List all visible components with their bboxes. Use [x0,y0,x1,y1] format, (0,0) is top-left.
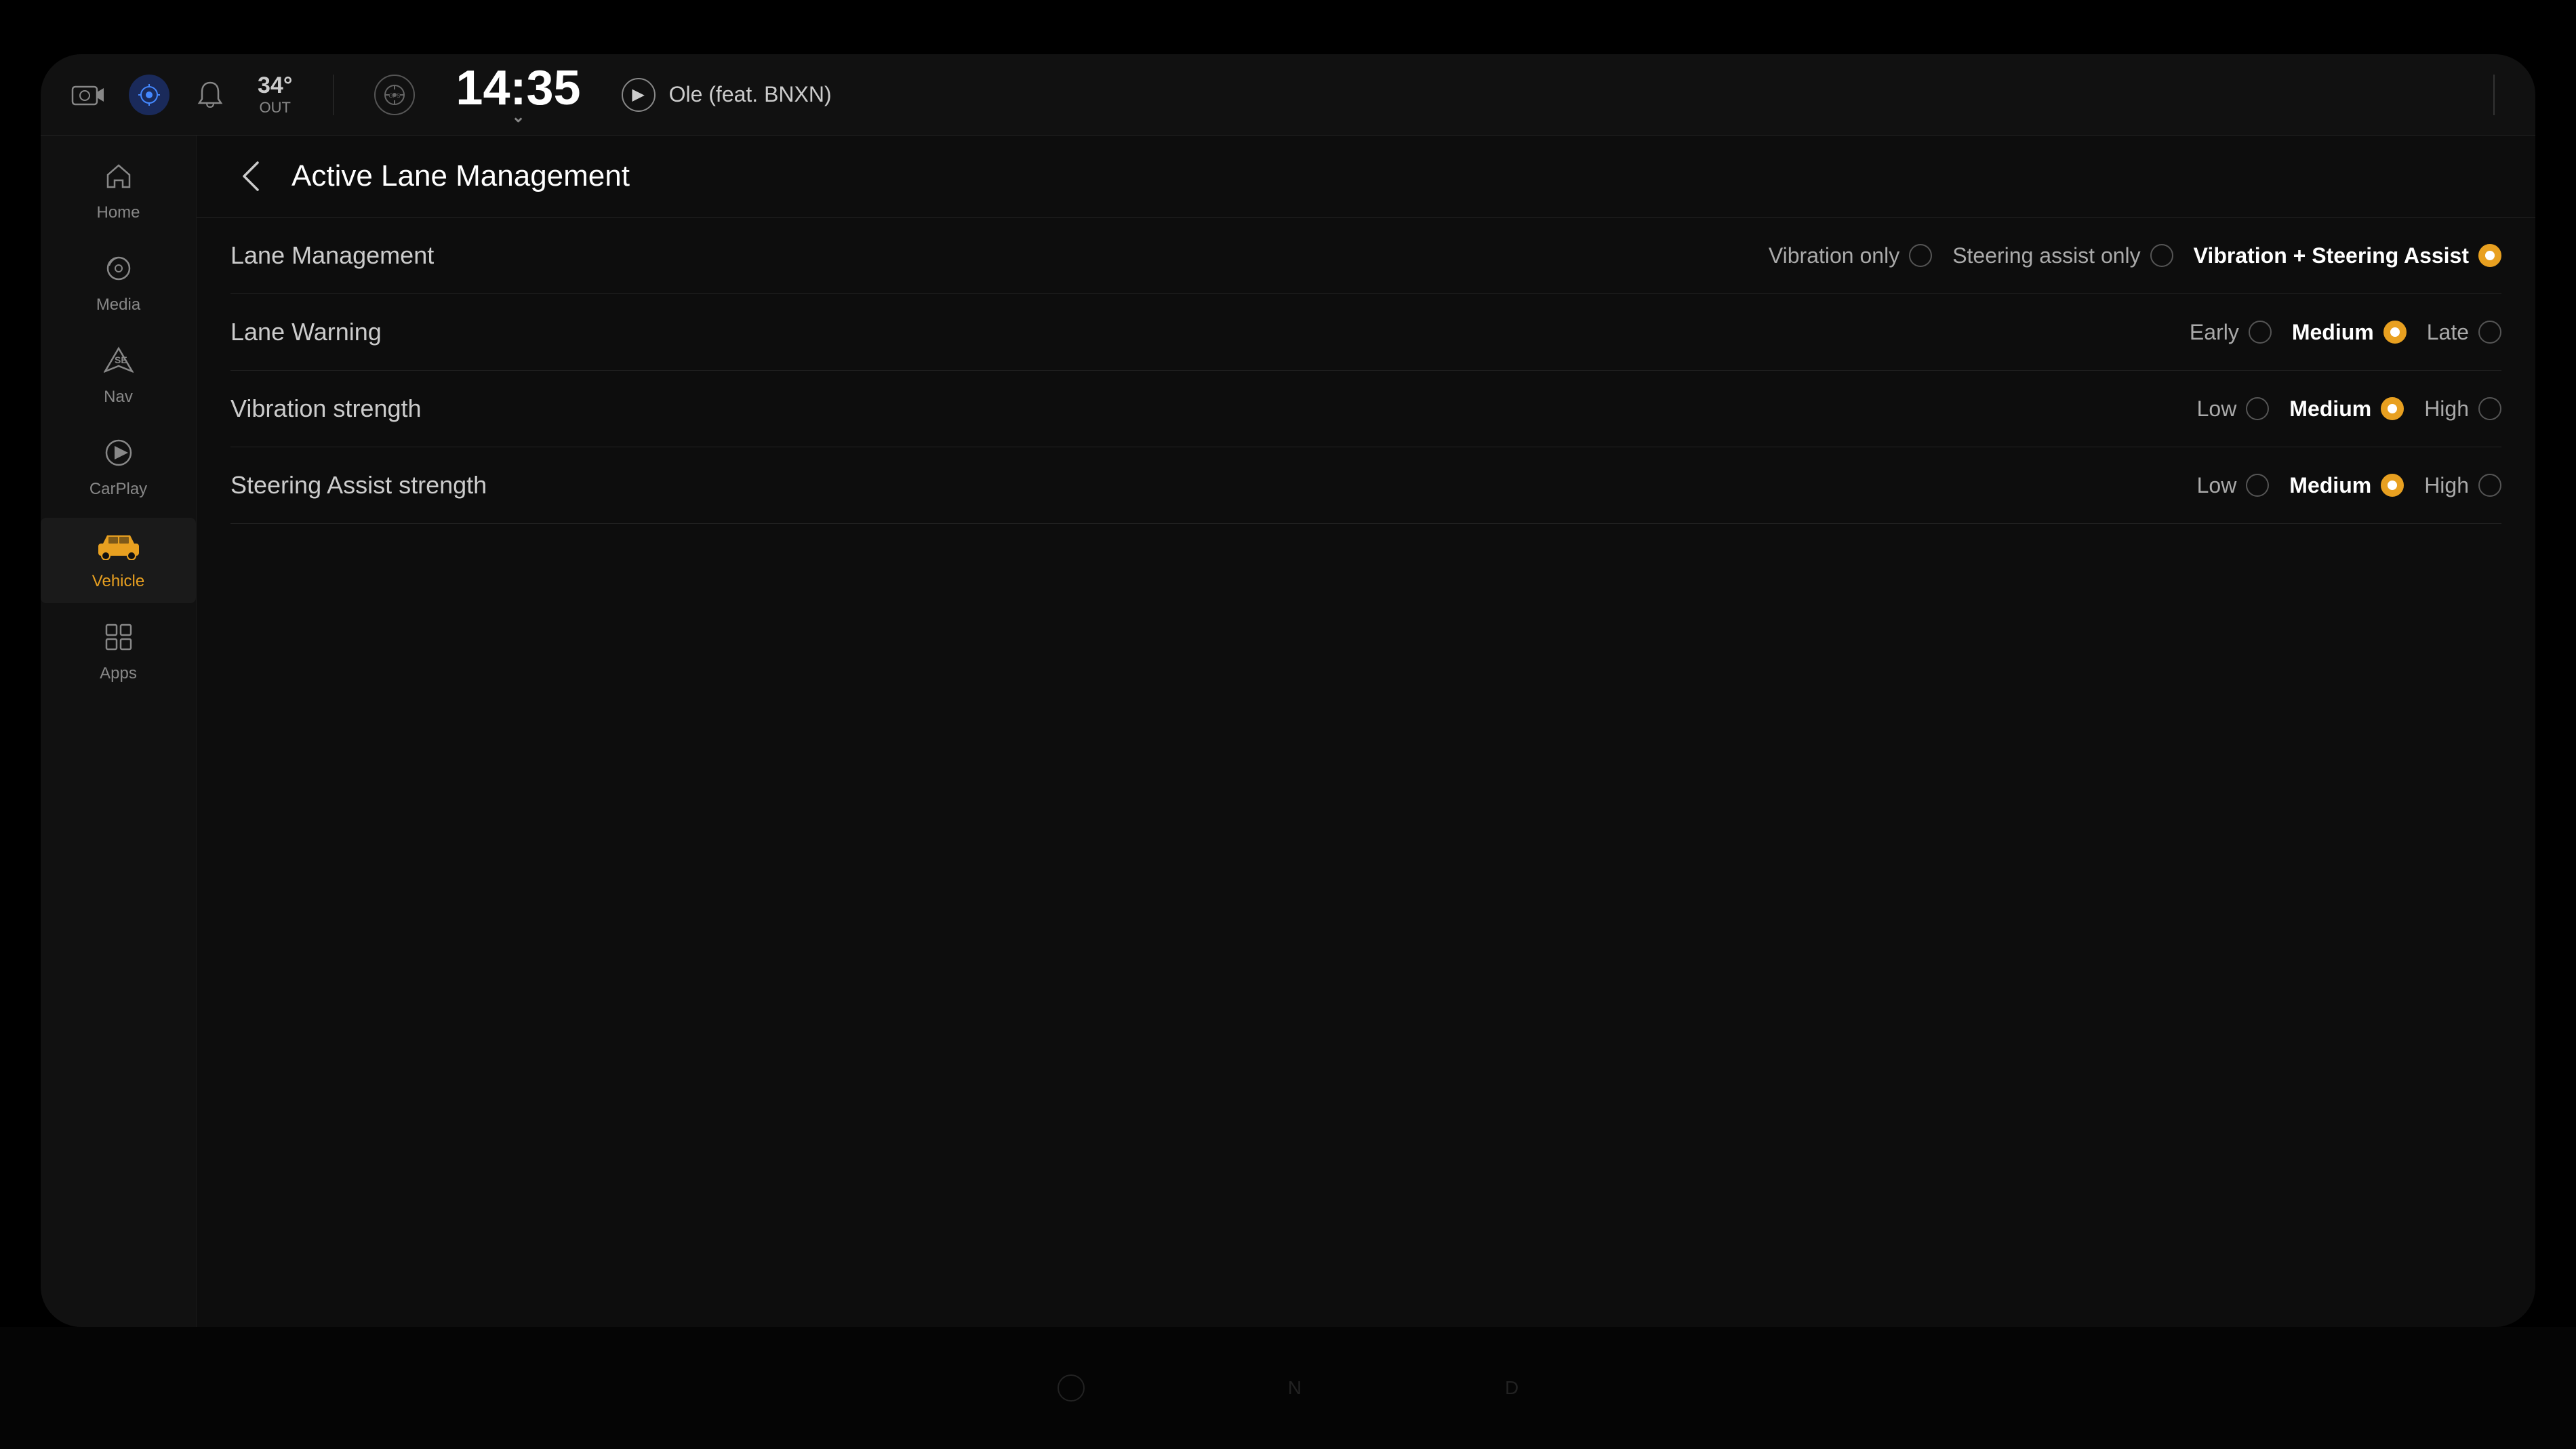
sidebar: Home Media SE [41,136,197,1327]
bottom-knob-left[interactable] [1058,1374,1085,1402]
nav-icon: SE [104,346,134,382]
sa-low-label: Low [2197,473,2237,498]
sidebar-item-carplay[interactable]: CarPlay [41,426,196,511]
settings-list: Lane Management Vibration only Steering … [197,218,2535,1327]
notifications-icon[interactable] [190,75,230,115]
sidebar-item-apps[interactable]: Apps [41,610,196,695]
sa-low-option[interactable]: Low [2197,473,2270,498]
lane-warning-row: Lane Warning Early Medium Late [230,294,2501,371]
sa-medium-radio[interactable] [2381,474,2404,497]
main-content: Home Media SE [41,136,2535,1327]
lane-management-label: Lane Management [230,241,468,270]
now-playing[interactable]: ▶ Ole (feat. BNXN) [622,78,832,112]
vibration-strength-label: Vibration strength [230,394,468,423]
sa-medium-label: Medium [2289,473,2371,498]
steering-assist-strength-options: Low Medium High [2197,473,2501,498]
vibration-only-radio[interactable] [1909,244,1932,267]
carplay-icon [104,438,134,474]
temperature-display: 34° OUT [258,73,292,117]
sidebar-item-vehicle[interactable]: Vehicle [41,518,196,603]
vib-medium-option[interactable]: Medium [2289,396,2404,422]
medium-warning-radio[interactable] [2383,321,2407,344]
sidebar-item-nav[interactable]: SE Nav [41,333,196,419]
vibration-steering-label: Vibration + Steering Assist [2194,243,2469,268]
home-label: Home [96,203,140,222]
steering-assist-strength-row: Steering Assist strength Low Medium High [230,447,2501,524]
vib-low-label: Low [2197,396,2237,422]
carplay-label: CarPlay [89,480,147,499]
apps-icon [104,622,134,659]
early-option[interactable]: Early [2190,320,2272,345]
clock-display: 14:35 ⌄ [456,64,580,125]
vibration-steering-option[interactable]: Vibration + Steering Assist [2194,243,2501,268]
header-end-divider [2493,75,2495,115]
home-icon [104,161,134,198]
late-radio[interactable] [2478,321,2501,344]
svg-text:SE: SE [115,354,127,365]
sa-high-option[interactable]: High [2424,473,2501,498]
lane-warning-label: Lane Warning [230,318,468,346]
late-option[interactable]: Late [2427,320,2501,345]
vibration-strength-options: Low Medium High [2197,396,2501,422]
bottom-control-d: D [1505,1377,1518,1399]
nav-label: Nav [104,388,133,407]
vehicle-label: Vehicle [92,572,144,591]
vibration-strength-row: Vibration strength Low Medium High [230,371,2501,447]
play-button[interactable]: ▶ [622,78,656,112]
sidebar-item-home[interactable]: Home [41,149,196,234]
steering-assist-only-option[interactable]: Steering assist only [1952,243,2173,268]
back-button[interactable] [230,156,271,197]
header-bar: 34° OUT GPS 14:35 ⌄ [41,54,2535,136]
gps-icon[interactable]: GPS [374,75,415,115]
steering-assist-strength-label: Steering Assist strength [230,471,487,499]
sa-high-radio[interactable] [2478,474,2501,497]
sa-medium-option[interactable]: Medium [2289,473,2404,498]
media-label: Media [96,295,140,314]
sidebar-item-media[interactable]: Media [41,241,196,327]
steering-assist-only-label: Steering assist only [1952,243,2140,268]
medium-warning-option[interactable]: Medium [2292,320,2407,345]
vib-medium-radio[interactable] [2381,397,2404,420]
content-area: Active Lane Management Lane Management V… [197,136,2535,1327]
header-icons: 34° OUT GPS [68,73,415,117]
sa-low-radio[interactable] [2246,474,2269,497]
bottom-controls: N D [0,1327,2576,1449]
connectivity-icon[interactable] [129,75,169,115]
apps-label: Apps [100,664,137,683]
early-radio[interactable] [2249,321,2272,344]
sa-high-label: High [2424,473,2469,498]
vib-medium-label: Medium [2289,396,2371,422]
page-title: Active Lane Management [291,159,630,193]
vib-low-option[interactable]: Low [2197,396,2270,422]
bottom-control-n: N [1288,1377,1302,1399]
drive-camera-icon[interactable] [68,75,108,115]
content-header: Active Lane Management [197,136,2535,218]
steering-assist-only-radio[interactable] [2150,244,2173,267]
lane-management-options: Vibration only Steering assist only Vibr… [1769,243,2501,268]
lane-management-row: Lane Management Vibration only Steering … [230,218,2501,294]
medium-warning-label: Medium [2292,320,2374,345]
header-divider [333,75,334,115]
vib-high-label: High [2424,396,2469,422]
vib-low-radio[interactable] [2246,397,2269,420]
svg-text:GPS: GPS [389,93,401,99]
vehicle-icon [95,530,142,567]
vibration-only-label: Vibration only [1769,243,1899,268]
late-label: Late [2427,320,2469,345]
vib-high-radio[interactable] [2478,397,2501,420]
vibration-steering-radio[interactable] [2478,244,2501,267]
early-label: Early [2190,320,2239,345]
vib-high-option[interactable]: High [2424,396,2501,422]
media-icon [104,253,134,290]
vibration-only-option[interactable]: Vibration only [1769,243,1932,268]
lane-warning-options: Early Medium Late [2190,320,2501,345]
